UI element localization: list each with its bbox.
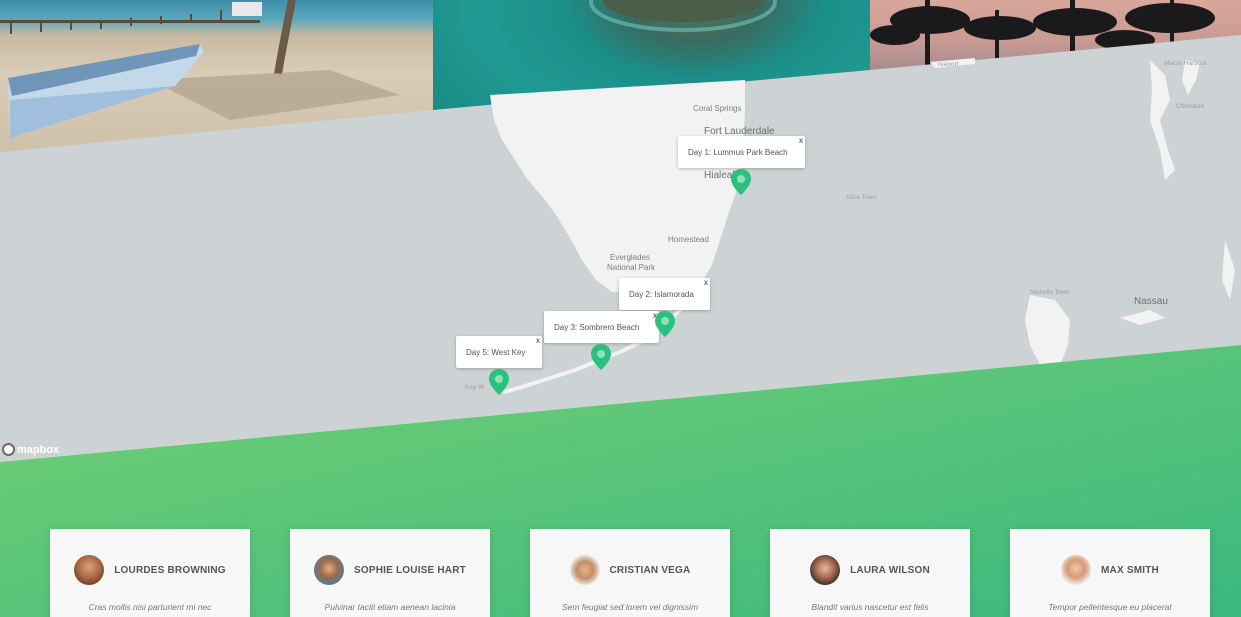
map-pin-icon[interactable] [730,168,752,196]
mapbox-wordmark: mapbox [17,443,60,456]
label-freeport: reeport [938,61,959,68]
popup-label: Day 5: West Key [466,347,526,357]
map-pin-icon[interactable] [488,368,510,396]
popup-day-3: Day 3: Sombrero Beach x [544,311,659,343]
testimonial-card: LAURA WILSON Blandit varius nascetur est… [770,529,970,617]
mapbox-attribution[interactable]: mapbox [2,443,59,456]
popup-close-button[interactable]: x [704,278,708,287]
popup-day-2: Day 2: Islamorada x [619,278,710,310]
popup-close-button[interactable]: x [536,336,540,345]
map-pin-icon[interactable] [590,343,612,371]
label-alice-town: Alice Town [846,194,877,201]
popup-label: Day 2: Islamorada [629,289,694,299]
label-national-park: National Park [607,263,656,272]
avatar [74,555,105,585]
popup-close-button[interactable]: x [799,136,803,145]
testimonial-name: MAX SMITH [1101,564,1159,576]
avatar [1061,555,1092,585]
testimonial-card: SOPHIE LOUISE HART Pulvinar taciti etiam… [290,529,490,617]
popup-day-5: Day 5: West Key x [456,336,542,368]
label-everglades: Everglades [610,253,651,262]
testimonial-name: SOPHIE LOUISE HART [354,564,466,576]
label-cherokee: Cherokee [1176,103,1205,110]
testimonial-card: CRISTIAN VEGA Sem feugiat sed lorem vel … [530,529,730,617]
testimonial-quote: Pulvinar taciti etiam aenean lacinia [324,602,456,612]
mapbox-logo-icon [2,443,15,456]
trip-route-map[interactable]: Coral Springs Fort Lauderdale Hialeah Ho… [0,0,1241,617]
label-marsh-harbour: Marsh Harbour [1164,60,1208,67]
avatar [569,555,600,585]
label-nicholls-town: Nicholls Town [1030,289,1070,296]
avatar [810,555,841,585]
popup-day-1: Day 1: Lummus Park Beach x [678,136,805,168]
testimonial-quote: Blandit varius nascetur est felis [811,602,929,612]
testimonials-section: LOURDES BROWNING Cras mollis nisi partur… [0,529,1241,617]
avatar [314,555,345,585]
popup-label: Day 1: Lummus Park Beach [688,147,788,157]
testimonial-card: LOURDES BROWNING Cras mollis nisi partur… [50,529,250,617]
testimonial-card: MAX SMITH Tempor pellentesque eu placera… [1010,529,1210,617]
map-pin-icon[interactable] [654,310,676,338]
label-homestead: Homestead [668,235,709,244]
testimonial-quote: Cras mollis nisi parturient mi nec [88,602,212,612]
label-key-west: Key W [465,384,485,391]
popup-label: Day 3: Sombrero Beach [554,322,640,332]
testimonial-quote: Sem feugiat sed lorem vel dignissim [561,602,699,612]
label-coral-springs: Coral Springs [693,104,742,113]
label-nassau: Nassau [1134,296,1168,307]
testimonial-quote: Tempor pellentesque eu placerat [1048,602,1172,612]
testimonial-name: CRISTIAN VEGA [609,564,691,576]
testimonial-name: LAURA WILSON [850,564,930,576]
testimonial-name: LOURDES BROWNING [114,564,226,576]
